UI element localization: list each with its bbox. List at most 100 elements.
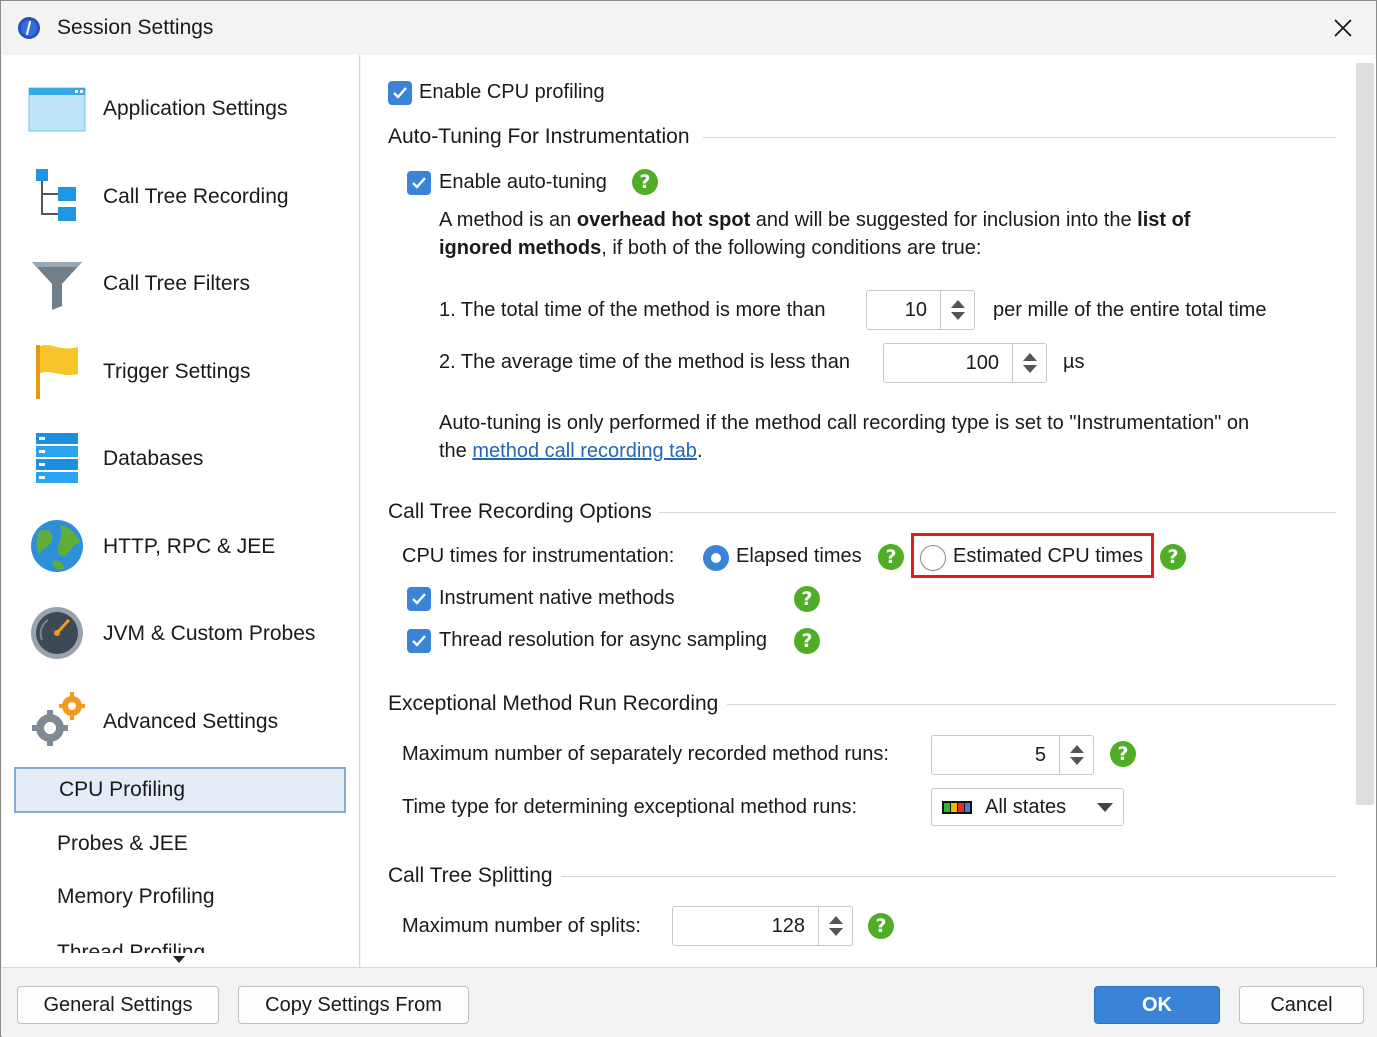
elapsed-times-radio[interactable] — [703, 545, 729, 571]
title-bar: Session Settings — [1, 1, 1376, 55]
sidebar-item-advanced-settings[interactable]: Advanced Settings — [2, 680, 359, 760]
max-splits-spinner[interactable] — [672, 906, 853, 946]
time-type-value: All states — [985, 796, 1067, 818]
sidebar-item-call-tree-filters[interactable]: Call Tree Filters — [2, 242, 359, 322]
ok-button[interactable]: OK — [1094, 986, 1220, 1024]
database-icon — [36, 433, 78, 483]
scroll-down-arrow-icon[interactable] — [172, 955, 186, 965]
estimated-cpu-times-label: Estimated CPU times — [953, 545, 1144, 567]
help-icon[interactable]: ? — [1110, 741, 1136, 767]
sidebar-item-call-tree-recording[interactable]: Call Tree Recording — [2, 155, 359, 235]
check-icon — [393, 87, 407, 99]
spinner-arrows[interactable] — [1059, 736, 1093, 774]
settings-sidebar: Application Settings Call Tree Recording… — [2, 55, 360, 967]
sidebar-item-trigger-settings[interactable]: Trigger Settings — [2, 330, 359, 410]
section-divider — [561, 876, 1336, 877]
condition2-label: 2. The average time of the method is les… — [439, 351, 850, 373]
vertical-scrollbar[interactable] — [1356, 63, 1374, 805]
section-title-call-tree-options: Call Tree Recording Options — [388, 500, 652, 523]
copy-settings-from-button[interactable]: Copy Settings From — [238, 986, 469, 1024]
sidebar-subitem-thread-profiling[interactable]: Thread Profiling — [14, 927, 346, 953]
close-icon — [1334, 19, 1352, 37]
total-time-threshold-spinner[interactable] — [866, 290, 975, 330]
thread-resolution-checkbox[interactable] — [407, 629, 431, 653]
general-settings-button[interactable]: General Settings — [17, 986, 219, 1024]
sidebar-item-label: Call Tree Recording — [103, 185, 289, 208]
spinner-arrows[interactable] — [1012, 344, 1046, 382]
gears-icon — [32, 692, 85, 746]
section-title-exceptional: Exceptional Method Run Recording — [388, 692, 719, 715]
auto-tuning-note-line1: Auto-tuning is only performed if the met… — [439, 412, 1250, 434]
sidebar-item-jvm-custom-probes[interactable]: JVM & Custom Probes — [2, 592, 359, 672]
spinner-arrows[interactable] — [818, 907, 852, 945]
section-divider — [659, 512, 1336, 513]
window-title: Session Settings — [57, 16, 214, 39]
max-runs-input[interactable] — [932, 736, 1060, 774]
application-window-icon — [28, 87, 86, 132]
enable-auto-tuning-checkbox[interactable] — [407, 171, 431, 195]
enable-cpu-profiling-label: Enable CPU profiling — [419, 81, 605, 103]
close-button[interactable] — [1320, 9, 1366, 47]
sidebar-subitem-memory-profiling[interactable]: Memory Profiling — [14, 874, 346, 920]
sidebar-subitem-probes-jee[interactable]: Probes & JEE — [14, 821, 346, 867]
spinner-arrows[interactable] — [940, 291, 974, 329]
auto-tuning-description-line1: A method is an overhead hot spot and wil… — [439, 209, 1191, 231]
method-call-recording-tab-link[interactable]: method call recording tab — [472, 440, 697, 462]
estimated-cpu-times-radio[interactable] — [920, 545, 946, 571]
sidebar-subitem-label: Probes & JEE — [57, 832, 188, 855]
sidebar-subitem-cpu-profiling[interactable]: CPU Profiling — [14, 767, 346, 813]
condition2-suffix: µs — [1063, 351, 1085, 373]
settings-content-panel: Enable CPU profiling Auto-Tuning For Ins… — [361, 55, 1376, 967]
thread-resolution-label: Thread resolution for async sampling — [439, 629, 767, 651]
time-type-label: Time type for determining exceptional me… — [402, 796, 858, 818]
section-title-auto-tuning: Auto-Tuning For Instrumentation — [388, 125, 690, 148]
check-icon — [412, 593, 426, 605]
help-icon[interactable]: ? — [632, 169, 658, 195]
flag-icon — [36, 345, 78, 399]
thread-states-icon — [942, 801, 972, 814]
section-divider — [703, 137, 1336, 138]
elapsed-times-label: Elapsed times — [736, 545, 862, 567]
sidebar-subitem-label: Memory Profiling — [57, 885, 215, 908]
section-title-splitting: Call Tree Splitting — [388, 864, 553, 887]
sidebar-item-http-rpc-jee[interactable]: HTTP, RPC & JEE — [2, 505, 359, 585]
sidebar-item-label: Advanced Settings — [103, 710, 279, 733]
gauge-icon — [31, 607, 83, 659]
instrument-native-methods-checkbox[interactable] — [407, 587, 431, 611]
sidebar-subitem-label: CPU Profiling — [59, 778, 186, 801]
funnel-icon — [32, 262, 82, 310]
call-tree-icon — [36, 169, 76, 221]
cancel-button[interactable]: Cancel — [1239, 986, 1364, 1024]
help-icon[interactable]: ? — [868, 913, 894, 939]
sidebar-item-label: Trigger Settings — [103, 360, 251, 383]
enable-cpu-profiling-checkbox[interactable] — [388, 81, 412, 105]
sidebar-item-application-settings[interactable]: Application Settings — [2, 67, 359, 147]
total-time-threshold-input[interactable] — [867, 291, 941, 329]
max-splits-label: Maximum number of splits: — [402, 915, 641, 937]
dialog-footer: General Settings Copy Settings From OK C… — [2, 967, 1377, 1037]
section-divider — [727, 704, 1336, 705]
help-icon[interactable]: ? — [794, 628, 820, 654]
sidebar-item-label: Databases — [103, 447, 204, 470]
average-time-threshold-spinner[interactable] — [883, 343, 1047, 383]
globe-icon — [31, 520, 83, 572]
help-icon[interactable]: ? — [794, 586, 820, 612]
jprofiler-icon — [18, 17, 40, 39]
auto-tuning-note-line2: the method call recording tab. — [439, 440, 703, 462]
max-runs-label: Maximum number of separately recorded me… — [402, 743, 889, 765]
help-icon[interactable]: ? — [1160, 544, 1186, 570]
average-time-threshold-input[interactable] — [884, 344, 1013, 382]
sidebar-item-label: JVM & Custom Probes — [103, 622, 316, 645]
condition1-suffix: per mille of the entire total time — [993, 299, 1267, 321]
sidebar-item-label: Application Settings — [103, 97, 288, 120]
instrument-native-methods-label: Instrument native methods — [439, 587, 675, 609]
time-type-dropdown[interactable]: All states — [931, 788, 1124, 826]
max-splits-input[interactable] — [673, 907, 819, 945]
max-runs-spinner[interactable] — [931, 735, 1094, 775]
sidebar-item-databases[interactable]: Databases — [2, 417, 359, 497]
sidebar-subitem-label: Thread Profiling — [57, 941, 206, 953]
check-icon — [412, 177, 426, 189]
help-icon[interactable]: ? — [878, 544, 904, 570]
sidebar-item-label: HTTP, RPC & JEE — [103, 535, 276, 558]
check-icon — [412, 635, 426, 647]
